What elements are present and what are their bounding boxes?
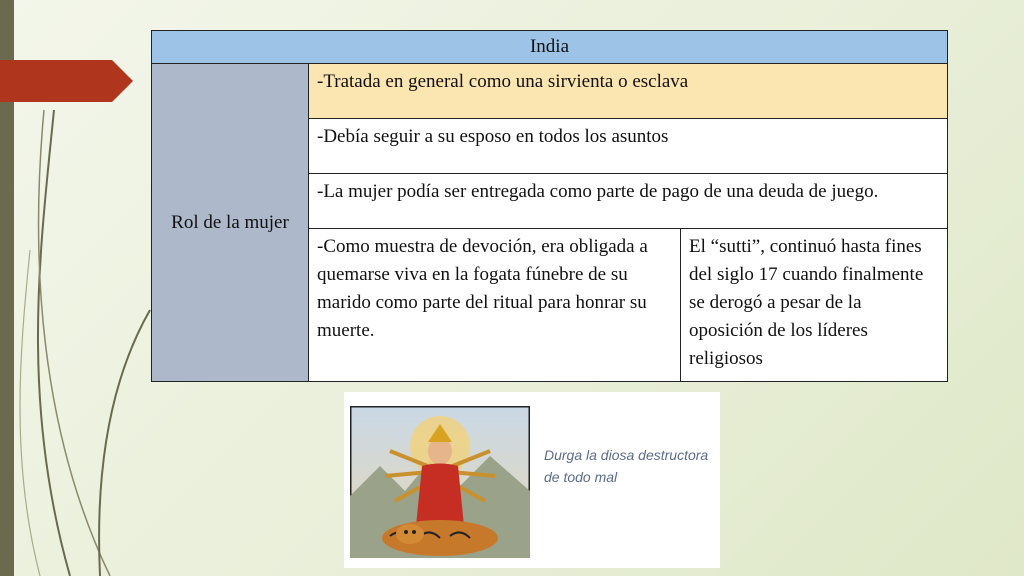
table-header-india: India	[151, 30, 948, 64]
table-row: -Debía seguir a su esposo en todos los a…	[308, 118, 948, 174]
table-row: -La mujer podía ser entregada como parte…	[308, 173, 948, 229]
role-table: India Rol de la mujer -Tratada en genera…	[151, 30, 948, 382]
durga-goddess-image	[350, 406, 530, 558]
row-text-deuda-juego: -La mujer podía ser entregada como parte…	[317, 181, 879, 202]
image-caption: Durga la diosa destructora de todo mal	[544, 447, 709, 485]
row-text-sutti: El “sutti”, continuó hasta fines del sig…	[680, 228, 948, 382]
table-row: -Tratada en general como una sirvienta o…	[308, 63, 948, 119]
row-label-rol-de-la-mujer: Rol de la mujer	[151, 63, 309, 382]
row-text-sirvienta: -Tratada en general como una sirvienta o…	[317, 71, 689, 92]
durga-image-card: Durga la diosa destructora de todo mal	[344, 392, 720, 568]
row-text-seguir-esposo: -Debía seguir a su esposo en todos los a…	[317, 126, 669, 147]
red-arrow-tab	[0, 60, 133, 102]
row-text-devocion: -Como muestra de devoción, era obligada …	[308, 228, 681, 382]
india-comparison-table: India Rol de la mujer -Tratada en genera…	[151, 30, 948, 382]
